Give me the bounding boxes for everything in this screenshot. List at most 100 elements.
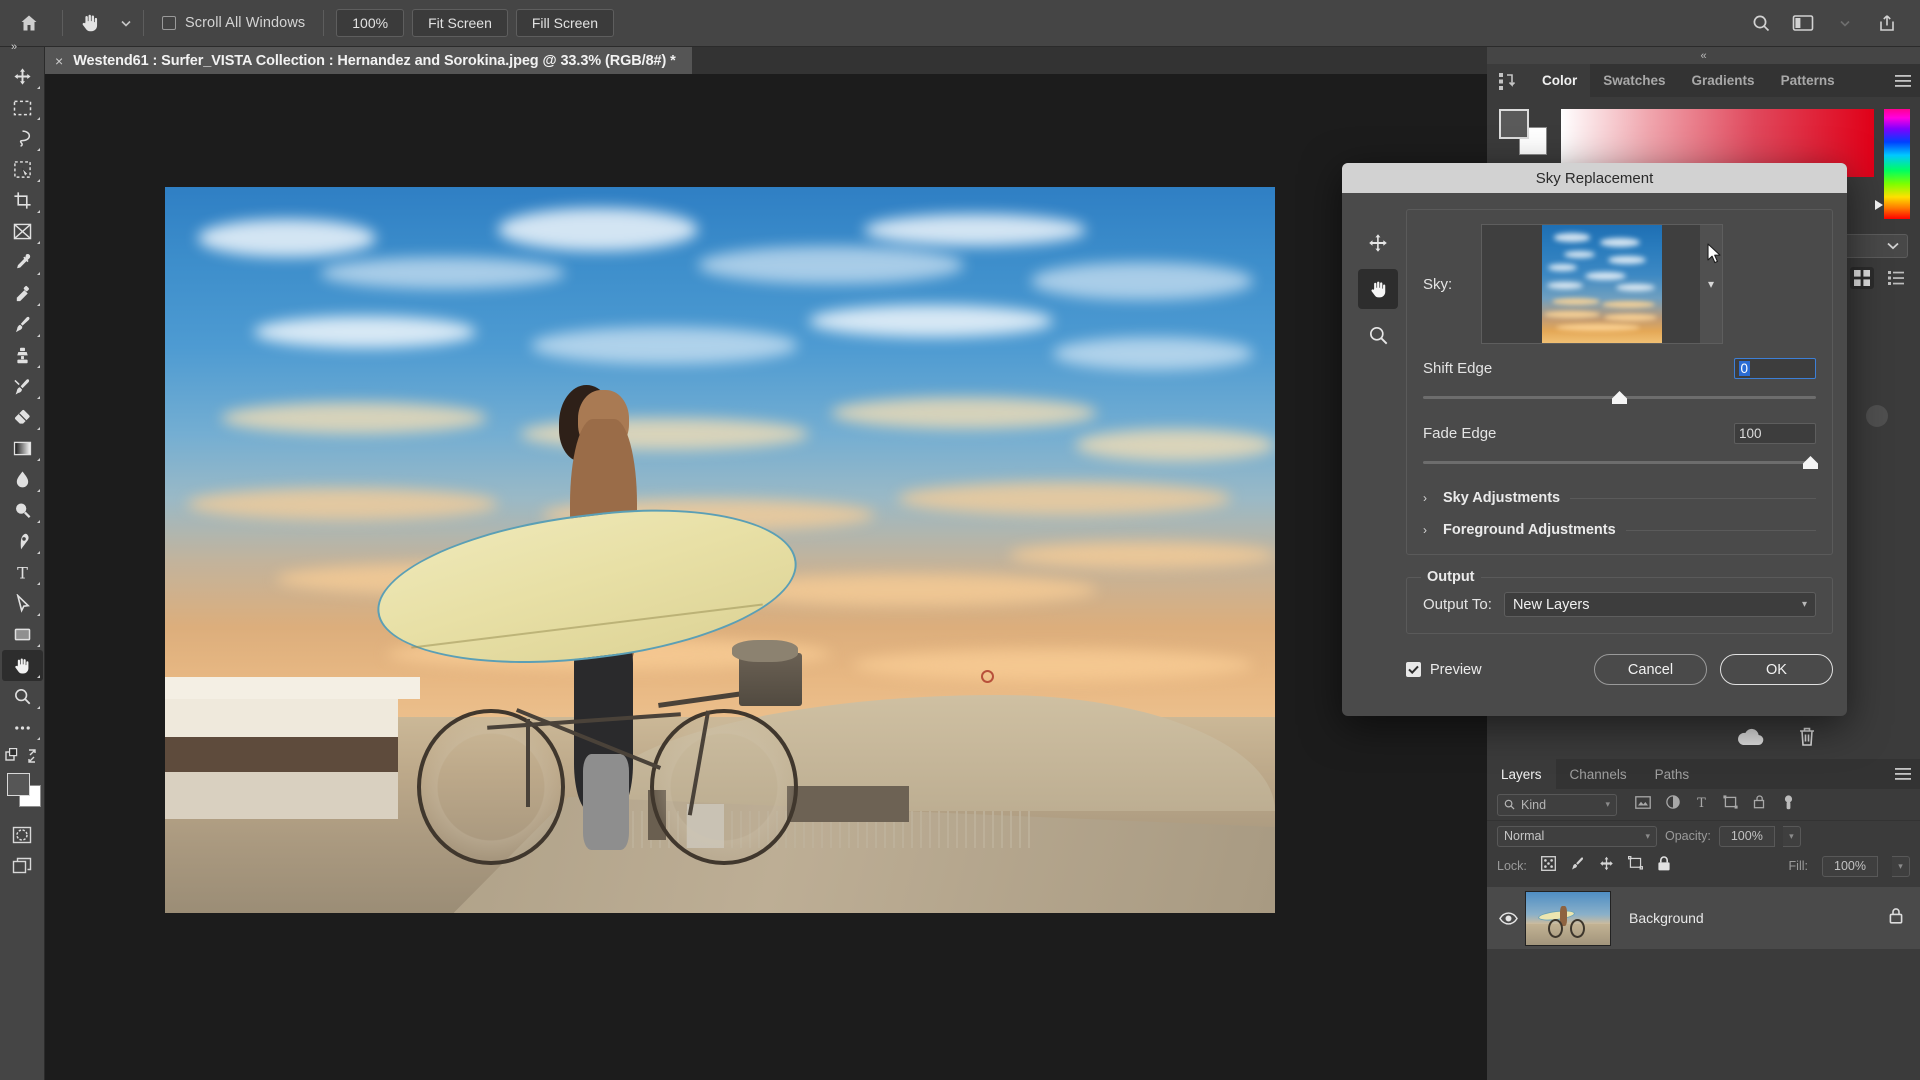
workspace-chevron-down-icon[interactable]: [1826, 0, 1864, 47]
list-view-icon[interactable]: [1884, 267, 1908, 289]
close-icon[interactable]: ×: [55, 54, 63, 68]
sky-replacement-dialog[interactable]: Sky Replacement Sky: ▾ Shift Edge 0 Fade…: [1342, 163, 1847, 716]
sky-preset-picker[interactable]: ▾: [1481, 224, 1723, 344]
type-tool[interactable]: T: [2, 557, 43, 588]
tool-preset-chevron-down-icon[interactable]: [113, 0, 139, 47]
edit-toolbar-tool[interactable]: [2, 712, 43, 743]
fade-edge-slider-knob[interactable]: [1803, 456, 1818, 469]
opacity-value[interactable]: 100%: [1718, 825, 1775, 847]
shift-edge-slider-knob[interactable]: [1612, 391, 1627, 404]
grid-view-icon[interactable]: [1850, 267, 1874, 289]
history-states-icon[interactable]: [1487, 64, 1529, 97]
sky-preset-thumbnail[interactable]: [1542, 225, 1662, 343]
gradient-tool[interactable]: [2, 433, 43, 464]
tab-patterns[interactable]: Patterns: [1767, 64, 1848, 97]
history-brush-tool[interactable]: [2, 371, 43, 402]
chevron-right-icon[interactable]: ›: [1423, 523, 1433, 537]
dodge-tool[interactable]: [2, 495, 43, 526]
blend-mode-select[interactable]: Normal ▾: [1497, 825, 1657, 847]
smart-object-filter-icon[interactable]: [1753, 795, 1767, 814]
hue-strip[interactable]: [1875, 109, 1910, 219]
spot-healing-brush-tool[interactable]: [2, 278, 43, 309]
fill-chevron-down-icon[interactable]: ▾: [1892, 855, 1910, 877]
lasso-tool[interactable]: [2, 123, 43, 154]
adjustment-layer-filter-icon[interactable]: [1666, 795, 1680, 814]
table-row[interactable]: Background: [1487, 887, 1920, 949]
zoom-tool[interactable]: [1358, 315, 1398, 355]
layer-name[interactable]: Background: [1611, 910, 1888, 926]
pen-tool[interactable]: [2, 526, 43, 557]
lock-artboard-nesting-icon[interactable]: [1627, 855, 1643, 876]
lock-image-pixels-icon[interactable]: [1570, 856, 1585, 876]
shift-edge-slider[interactable]: [1423, 389, 1816, 409]
fade-edge-slider[interactable]: [1423, 454, 1818, 474]
layer-kind-filter[interactable]: Kind ▾: [1497, 793, 1617, 816]
cloud-icon[interactable]: [1735, 727, 1765, 752]
shift-edge-input[interactable]: 0: [1734, 358, 1816, 379]
layer-thumbnail[interactable]: [1525, 890, 1611, 946]
tab-paths[interactable]: Paths: [1641, 759, 1704, 789]
collapse-panels-icon[interactable]: «: [1487, 47, 1920, 64]
eraser-tool[interactable]: [2, 402, 43, 433]
trash-icon[interactable]: [1797, 726, 1817, 753]
tab-layers[interactable]: Layers: [1487, 759, 1556, 789]
shape-layer-filter-icon[interactable]: [1723, 795, 1738, 814]
chevron-down-icon[interactable]: ▾: [1645, 831, 1650, 842]
chevron-down-icon[interactable]: ▾: [1802, 599, 1807, 610]
blur-tool[interactable]: [2, 464, 43, 495]
chevron-down-icon[interactable]: ▾: [1605, 799, 1610, 810]
tab-swatches[interactable]: Swatches: [1590, 64, 1679, 97]
document-canvas[interactable]: [165, 187, 1275, 913]
tab-gradients[interactable]: Gradients: [1678, 64, 1768, 97]
ok-button[interactable]: OK: [1720, 654, 1833, 685]
foreground-color-swatch[interactable]: [1499, 109, 1529, 139]
fit-screen-button[interactable]: Fit Screen: [412, 9, 508, 37]
type-layer-filter-icon[interactable]: T: [1695, 795, 1708, 814]
screen-mode-button[interactable]: [2, 850, 43, 881]
clone-stamp-tool[interactable]: [2, 340, 43, 371]
search-icon[interactable]: [1742, 0, 1780, 47]
quick-swap-colors-row[interactable]: [2, 743, 43, 769]
foreground-color-swatch[interactable]: [6, 773, 30, 796]
color-panel-swatches[interactable]: [1497, 109, 1551, 157]
rectangular-marquee-tool[interactable]: [2, 92, 43, 123]
chevron-right-icon[interactable]: ›: [1423, 491, 1433, 505]
fade-edge-input[interactable]: 100: [1734, 423, 1816, 444]
hand-tool[interactable]: [1, 650, 43, 681]
sky-adjustments-accordion[interactable]: › Sky Adjustments: [1423, 490, 1816, 506]
move-sky-tool[interactable]: [1358, 223, 1398, 263]
preview-checkbox[interactable]: Preview: [1406, 662, 1482, 678]
share-icon[interactable]: [1868, 0, 1906, 47]
hand-tool[interactable]: [1358, 269, 1398, 309]
eyedropper-tool[interactable]: [2, 247, 43, 278]
fill-screen-button[interactable]: Fill Screen: [515, 9, 615, 37]
quick-mask-mode-button[interactable]: [2, 819, 43, 850]
workspace-icon[interactable]: [1784, 0, 1822, 47]
frame-tool[interactable]: [2, 216, 43, 247]
tab-channels[interactable]: Channels: [1556, 759, 1641, 789]
foreground-background-color-swatches[interactable]: [2, 771, 43, 811]
scroll-all-windows-checkbox[interactable]: Scroll All Windows: [148, 0, 319, 47]
expand-toolbar-chevron-icon[interactable]: »: [3, 39, 25, 55]
lock-transparent-pixels-icon[interactable]: [1540, 856, 1556, 876]
opacity-chevron-down-icon[interactable]: ▾: [1782, 825, 1801, 847]
filter-toggle-icon[interactable]: [1782, 794, 1795, 815]
lock-icon[interactable]: [1888, 907, 1920, 930]
output-to-select[interactable]: New Layers ▾: [1503, 592, 1816, 617]
panel-menu-icon[interactable]: [1886, 64, 1920, 97]
eye-icon[interactable]: [1491, 911, 1525, 925]
path-selection-tool[interactable]: [2, 588, 43, 619]
foreground-adjustments-accordion[interactable]: › Foreground Adjustments: [1423, 522, 1816, 538]
move-tool[interactable]: [2, 61, 43, 92]
fill-value[interactable]: 100%: [1822, 855, 1878, 877]
tab-color[interactable]: Color: [1529, 64, 1591, 97]
rectangle-tool[interactable]: [2, 619, 43, 650]
zoom-100-button[interactable]: 100%: [336, 9, 405, 37]
crop-tool[interactable]: [2, 185, 43, 216]
panel-menu-icon[interactable]: [1886, 759, 1920, 789]
brush-tool[interactable]: [2, 309, 43, 340]
hand-tool-icon[interactable]: [67, 0, 113, 47]
lock-position-icon[interactable]: [1599, 856, 1614, 876]
lock-all-icon[interactable]: [1657, 856, 1671, 876]
zoom-tool[interactable]: [2, 681, 43, 712]
